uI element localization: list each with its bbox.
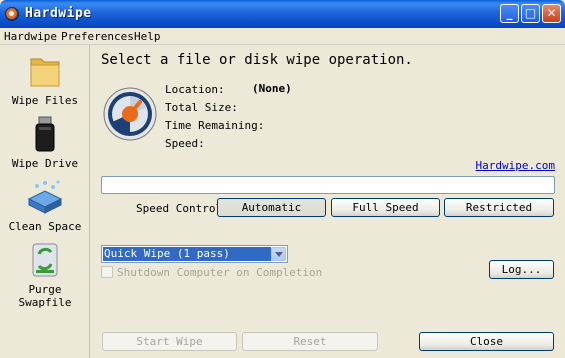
sidebar-item-label: Wipe Files [11,94,79,107]
speed-label: Speed: [165,137,205,150]
disk-clean-icon [27,180,63,214]
sidebar-item-wipe-drive[interactable]: Wipe Drive [0,108,90,170]
sidebar-item-label: Clean Space [8,220,82,233]
speed-automatic-button[interactable]: Automatic [217,198,326,217]
sidebar-item-clean-space[interactable]: Clean Space [0,171,90,233]
menu-bar: Hardwipe Preferences Help [0,28,565,45]
reset-button[interactable]: Reset [242,332,378,351]
sidebar: Wipe Files Wipe Drive Clean Space Purge … [0,45,90,358]
usb-drive-icon [35,116,55,152]
menu-preferences[interactable]: Preferences [61,30,134,43]
wipe-method-value: Quick Wipe (1 pass) [103,247,271,261]
window-title: Hardwipe [25,6,92,21]
progress-bar [101,176,555,194]
gauge-icon [103,87,157,141]
shutdown-label: Shutdown Computer on Completion [117,266,323,279]
app-icon [5,7,19,21]
time-remaining-label: Time Remaining: [165,119,265,132]
log-button[interactable]: Log... [489,260,554,279]
page-title: Select a file or disk wipe operation. [101,52,413,68]
speed-full-button[interactable]: Full Speed [331,198,440,217]
title-bar: Hardwipe _ □ ✕ [0,0,565,28]
speed-control-label: Speed Control: [136,202,229,215]
shutdown-checkbox[interactable] [101,266,113,278]
menu-hardwipe[interactable]: Hardwipe [4,30,57,43]
folder-icon [30,58,60,87]
location-label: Location: [165,83,225,96]
speed-restricted-button[interactable]: Restricted [444,198,554,217]
sidebar-item-label: Wipe Drive [11,157,79,170]
close-button[interactable]: Close [419,332,554,351]
sidebar-item-label: Purge Swapfile [18,283,72,309]
location-value: (None) [252,82,292,95]
swapfile-icon [32,243,58,277]
total-size-label: Total Size: [165,101,238,114]
maximize-button[interactable]: □ [521,4,540,23]
minimize-button[interactable]: _ [500,4,519,23]
start-wipe-button[interactable]: Start Wipe [102,332,237,351]
sidebar-item-wipe-files[interactable]: Wipe Files [0,45,90,107]
menu-help[interactable]: Help [134,30,161,43]
chevron-down-icon[interactable] [271,247,286,261]
hardwipe-link[interactable]: Hardwipe.com [476,159,555,172]
wipe-method-select[interactable]: Quick Wipe (1 pass) [101,245,288,263]
close-window-button[interactable]: ✕ [542,4,561,23]
sidebar-item-purge-swapfile[interactable]: Purge Swapfile [0,234,90,309]
main-panel: Select a file or disk wipe operation. Lo… [92,45,565,358]
